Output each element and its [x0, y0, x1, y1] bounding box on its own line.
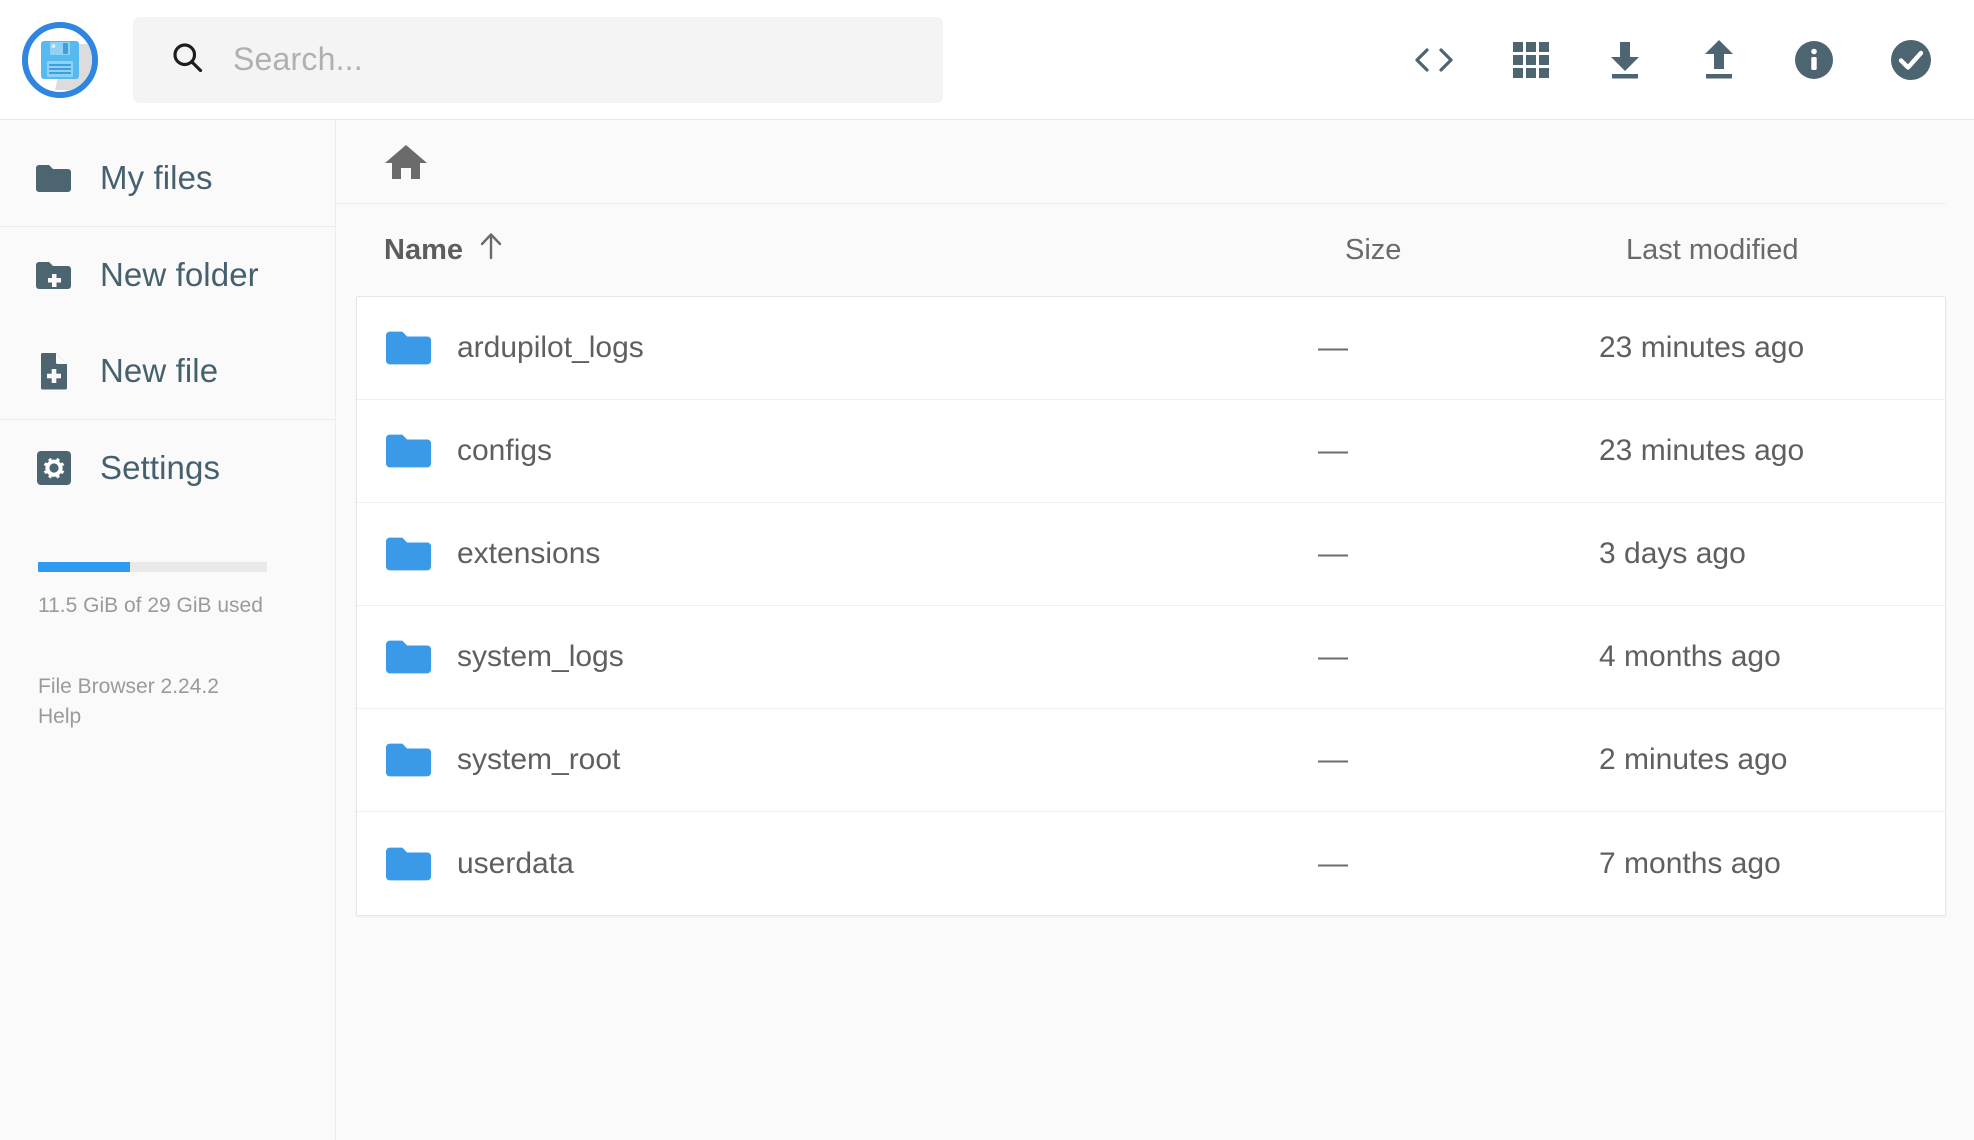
table-row[interactable]: extensions — 3 days ago	[357, 503, 1945, 606]
table-row[interactable]: system_root — 2 minutes ago	[357, 709, 1945, 812]
folder-icon	[385, 637, 433, 677]
table-row[interactable]: configs — 23 minutes ago	[357, 400, 1945, 503]
storage-bar-track	[38, 562, 267, 572]
file-last-modified: 4 months ago	[1599, 640, 1781, 673]
file-size: —	[1318, 331, 1348, 364]
sidebar-item-label: Settings	[100, 449, 221, 486]
app-version: File Browser 2.24.2	[38, 675, 219, 698]
arrow-up-icon	[477, 231, 505, 269]
main-content: Name Size Last modified ardupilot_logs —…	[336, 120, 1974, 1140]
column-headers: Name Size Last modified	[336, 204, 1946, 296]
folder-icon	[385, 431, 433, 471]
sidebar-footer: File Browser 2.24.2 Help	[38, 672, 335, 733]
column-header-name-label: Name	[384, 233, 463, 266]
file-name: ardupilot_logs	[457, 331, 644, 364]
search-input[interactable]: Search...	[133, 16, 943, 103]
sidebar-item-new-file[interactable]: New file	[0, 323, 335, 419]
column-header-name[interactable]: Name	[384, 231, 505, 269]
folder-icon	[385, 328, 433, 368]
folder-icon	[34, 163, 74, 193]
folder-icon	[385, 740, 433, 780]
upload-icon[interactable]	[1700, 39, 1738, 80]
grid-view-icon[interactable]	[1512, 41, 1550, 79]
storage-bar-fill	[38, 562, 130, 572]
folder-icon	[385, 534, 433, 574]
storage-meter	[38, 562, 301, 572]
file-size: —	[1318, 537, 1348, 570]
file-name: configs	[457, 434, 553, 467]
table-row[interactable]: system_logs — 4 months ago	[357, 606, 1945, 709]
search-placeholder: Search...	[233, 41, 363, 77]
logo-ring	[22, 21, 98, 98]
sidebar-item-label: My files	[100, 159, 213, 196]
file-name: extensions	[457, 537, 601, 570]
folder-icon	[385, 844, 433, 884]
storage-usage-text: 11.5 GiB of 29 GiB used	[38, 594, 263, 617]
column-header-last-modified[interactable]: Last modified	[1626, 234, 1799, 267]
file-plus-icon	[34, 352, 74, 390]
file-size: —	[1318, 846, 1348, 880]
check-circle-icon[interactable]	[1890, 39, 1932, 81]
info-icon[interactable]	[1794, 40, 1834, 80]
file-list: ardupilot_logs — 23 minutes ago configs …	[356, 296, 1946, 916]
file-last-modified: 7 months ago	[1599, 846, 1781, 880]
file-name: userdata	[457, 846, 574, 880]
breadcrumb	[336, 120, 1946, 204]
sidebar-item-settings[interactable]: Settings	[0, 420, 335, 516]
file-size: —	[1318, 640, 1348, 673]
file-last-modified: 2 minutes ago	[1599, 743, 1788, 776]
file-size: —	[1318, 434, 1348, 467]
gear-icon	[34, 450, 74, 486]
table-row[interactable]: userdata — 7 months ago	[357, 812, 1945, 915]
code-brackets-icon[interactable]	[1412, 45, 1456, 75]
sidebar-item-label: New file	[100, 352, 219, 389]
file-last-modified: 23 minutes ago	[1599, 434, 1805, 467]
column-header-size[interactable]: Size	[1345, 234, 1401, 267]
home-icon[interactable]	[384, 143, 428, 181]
app-logo[interactable]	[14, 14, 106, 106]
sidebar-item-my-files[interactable]: My files	[0, 130, 335, 226]
sidebar: My files New folder New file Settings 11…	[0, 120, 336, 1140]
toolbar-actions	[1412, 39, 1974, 81]
folder-plus-icon	[34, 260, 74, 290]
download-icon[interactable]	[1606, 40, 1644, 80]
file-name: system_logs	[457, 640, 624, 673]
sidebar-item-new-folder[interactable]: New folder	[0, 227, 335, 323]
help-link[interactable]: Help	[38, 702, 335, 732]
table-row[interactable]: ardupilot_logs — 23 minutes ago	[357, 297, 1945, 400]
floppy-disk-icon	[40, 40, 80, 80]
file-last-modified: 3 days ago	[1599, 537, 1746, 570]
search-icon	[169, 39, 205, 80]
top-bar: Search...	[0, 0, 1974, 120]
file-name: system_root	[457, 743, 621, 776]
file-size: —	[1318, 743, 1348, 776]
file-last-modified: 23 minutes ago	[1599, 331, 1805, 364]
sidebar-item-label: New folder	[100, 256, 259, 293]
